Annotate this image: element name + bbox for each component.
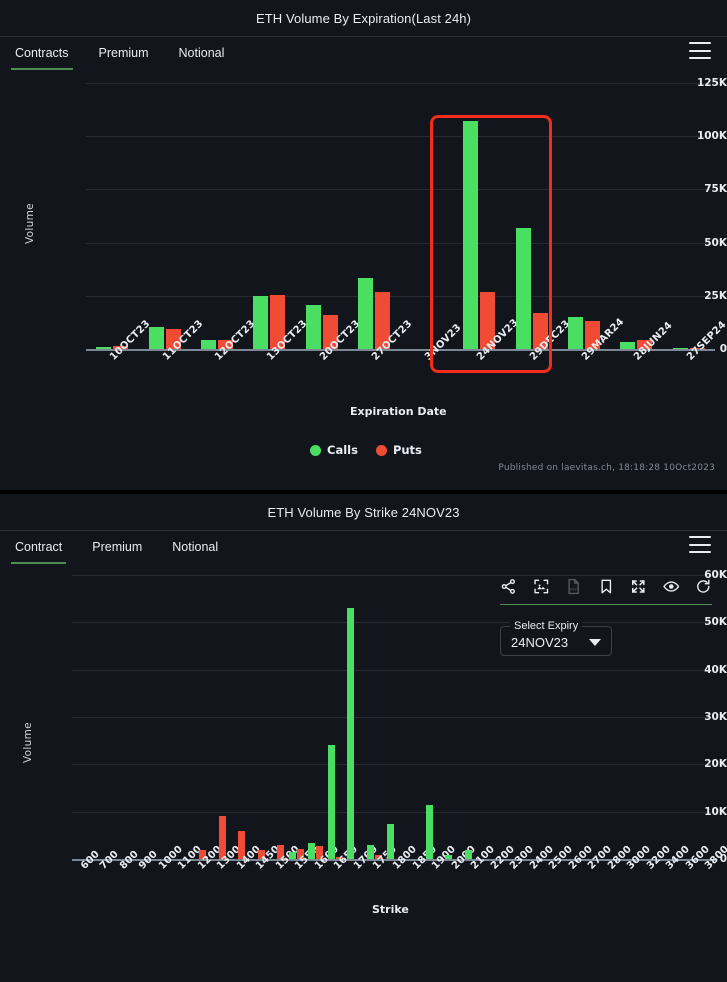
fullscreen-icon[interactable] <box>630 577 647 596</box>
bar-calls-1700[interactable] <box>347 608 355 859</box>
bar-calls-1800[interactable] <box>386 823 394 859</box>
x-axis-title: Expiration Date <box>350 405 447 418</box>
x-axis-tick-label: 27SEP24 <box>684 319 727 363</box>
x-axis-tick-label: 3NOV23 <box>422 322 464 363</box>
bar-calls-2000[interactable] <box>445 855 453 859</box>
chart-canvas-expiration: 0 25K 50K 75K 100K 125K Volume 10OCT23 11OCT23 12… <box>0 69 727 469</box>
bar-calls-20OCT23[interactable] <box>305 304 321 349</box>
bar-calls-29DEC23[interactable] <box>515 227 531 349</box>
y-axis-tick-label: 30K <box>704 711 727 723</box>
bar-calls-2100[interactable] <box>464 849 472 859</box>
tab-notional[interactable]: Notional <box>175 46 229 68</box>
x-axis-title: Strike <box>372 903 409 916</box>
y-axis-tick-label: 25K <box>704 289 727 302</box>
chart-legend-expiration: Calls Puts <box>310 443 422 457</box>
y-axis-title: Volume <box>22 722 34 763</box>
bar-calls-12OCT23[interactable] <box>201 340 217 349</box>
eye-icon[interactable] <box>663 577 680 596</box>
expiry-select-label: Select Expiry <box>510 620 583 632</box>
gridline <box>72 811 716 813</box>
y-axis-tick-label: 125K <box>696 77 727 89</box>
bar-calls-10OCT23[interactable] <box>96 347 112 349</box>
gridline <box>72 575 716 576</box>
tab-contracts[interactable]: Contracts <box>11 46 73 70</box>
gridline <box>72 669 716 671</box>
bar-calls-1600[interactable] <box>308 842 316 859</box>
tab-notional-strike[interactable]: Notional <box>168 540 222 562</box>
gridline <box>86 295 715 297</box>
expiry-select-value: 24NOV23 <box>511 635 569 650</box>
refresh-icon[interactable] <box>695 577 712 596</box>
gridline <box>72 764 716 766</box>
legend-dot-puts-icon <box>375 444 387 456</box>
bar-calls-27SEP24[interactable] <box>672 348 688 349</box>
gridline <box>86 242 715 244</box>
bar-calls-29MAR24[interactable] <box>567 317 583 349</box>
y-axis-title: Volume <box>24 203 36 244</box>
gridline <box>72 717 716 718</box>
y-axis-tick-label: 50K <box>704 616 727 629</box>
y-axis-tick-label: 100K <box>696 130 727 143</box>
page-title-strike: ETH Volume By Strike 24NOV23 <box>267 505 460 520</box>
y-axis-tick-label: 40K <box>704 663 727 676</box>
bar-calls-27OCT23[interactable] <box>358 277 374 349</box>
y-axis-tick-label: 10K <box>704 805 727 818</box>
x-axis-tick-label: 10OCT23 <box>108 318 153 363</box>
bar-calls-13OCT23[interactable] <box>253 296 269 349</box>
tab-premium-strike[interactable]: Premium <box>88 540 146 562</box>
expiry-select[interactable]: Select Expiry 24NOV23 <box>500 620 612 656</box>
chart-panel-expiration: ETH Volume By Expiration(Last 24h) Contr… <box>0 0 727 490</box>
hamburger-menu-icon[interactable] <box>689 42 711 59</box>
bar-calls-11OCT23[interactable] <box>148 326 164 349</box>
bar-calls-1650[interactable] <box>327 745 335 859</box>
bar-calls-28JUN24[interactable] <box>620 341 636 349</box>
chart-toolbar: csv <box>500 577 712 605</box>
tab-contract[interactable]: Contract <box>11 540 67 564</box>
y-axis-tick-label: 20K <box>704 758 727 771</box>
gridline <box>72 622 716 624</box>
csv-export-icon[interactable]: csv <box>565 577 582 596</box>
y-axis-tick-label: 50K <box>704 236 727 249</box>
y-axis-tick-label: 75K <box>704 183 727 196</box>
bar-calls-24NOV23[interactable] <box>463 121 479 349</box>
bookmark-icon[interactable] <box>598 577 615 596</box>
svg-text:csv: csv <box>570 587 577 592</box>
tab-premium[interactable]: Premium <box>95 46 153 68</box>
legend-item-calls[interactable]: Calls <box>310 443 358 457</box>
chevron-down-icon[interactable] <box>589 639 601 646</box>
gridline <box>86 136 715 138</box>
legend-label-calls: Calls <box>327 443 358 457</box>
legend-dot-calls-icon <box>310 444 321 456</box>
share-icon[interactable] <box>500 577 517 596</box>
chart-panel-strike: ETH Volume By Strike 24NOV23 Contract Pr… <box>0 494 727 982</box>
image-export-icon[interactable] <box>533 577 550 596</box>
page-title: ETH Volume By Expiration(Last 24h) <box>255 11 472 26</box>
tab-bar-strike: Contract Premium Notional <box>0 530 727 564</box>
gridline <box>86 83 715 84</box>
legend-label-puts: Puts <box>392 443 422 457</box>
tab-bar-expiration: Contracts Premium Notional <box>0 36 727 70</box>
bar-calls-1550[interactable] <box>288 852 296 859</box>
legend-item-puts[interactable]: Puts <box>375 443 422 457</box>
bar-calls-1750[interactable] <box>366 844 374 859</box>
bar-calls-1900[interactable] <box>425 804 433 859</box>
footer-attribution-expiration: Published on laevitas.ch, 18:18:28 10Oct… <box>498 463 715 473</box>
hamburger-menu-icon-strike[interactable] <box>689 536 711 553</box>
gridline <box>86 189 715 191</box>
x-axis-tick-label: 600 <box>78 848 102 872</box>
chart-canvas-strike: 0 10K 20K 30K 40K 50K 60K Volume 600 700 800 900 100… <box>0 563 727 963</box>
